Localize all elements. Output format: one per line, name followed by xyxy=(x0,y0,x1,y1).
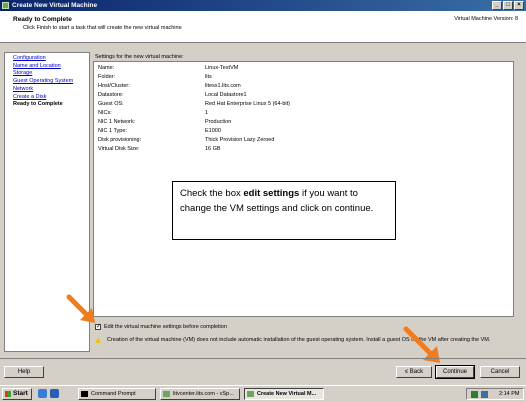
start-button[interactable]: Start xyxy=(2,388,32,400)
vm-wizard-icon xyxy=(247,391,254,397)
taskbar-item-vsphere[interactable]: litvcenter.lits.com - vSp... xyxy=(160,388,240,400)
vm-app-icon xyxy=(2,2,9,9)
cmd-icon xyxy=(81,391,88,397)
windows-logo-icon xyxy=(5,391,11,397)
taskbar-item-label: Command Prompt xyxy=(91,391,136,397)
vsphere-icon xyxy=(163,391,170,397)
nav-step-guest-os[interactable]: Guest Operating System xyxy=(13,78,89,86)
settings-value: lits xyxy=(205,74,212,80)
settings-label: NIC 1 Network: xyxy=(98,119,136,125)
settings-label: Folder: xyxy=(98,74,116,80)
arrow-to-checkbox-icon xyxy=(66,294,95,323)
help-button[interactable]: Help xyxy=(4,366,44,378)
settings-label: NIC 1 Type: xyxy=(98,128,127,134)
nav-step-create-disk[interactable]: Create a Disk xyxy=(13,94,89,102)
windows-taskbar: Start Command Prompt litvcenter.lits.com… xyxy=(0,385,526,402)
edit-settings-label[interactable]: Edit the virtual machine settings before… xyxy=(104,324,227,330)
edit-settings-row: ✓ Edit the virtual machine settings befo… xyxy=(95,324,227,330)
nav-step-name-location[interactable]: Name and Location xyxy=(13,63,89,71)
minimize-button[interactable]: _ xyxy=(492,1,502,10)
window-titlebar[interactable]: Create New Virtual Machine _ □ × xyxy=(0,0,526,11)
cancel-button[interactable]: Cancel xyxy=(480,366,520,378)
settings-label: Datastore: xyxy=(98,92,124,98)
settings-value: Red Hat Enterprise Linux 5 (64-bit) xyxy=(205,101,290,107)
settings-label: Name: xyxy=(98,65,115,71)
settings-label: Host/Cluster: xyxy=(98,83,130,89)
settings-label: Virtual Disk Size: xyxy=(98,146,140,152)
nav-step-configuration[interactable]: Configuration xyxy=(13,55,89,63)
settings-value: 1 xyxy=(205,110,209,116)
start-label: Start xyxy=(13,390,28,397)
network-tray-icon[interactable] xyxy=(471,391,478,398)
settings-label: Guest OS: xyxy=(98,101,124,107)
back-button[interactable]: ≤ Back xyxy=(396,366,432,378)
quicklaunch-ie-icon[interactable] xyxy=(50,389,59,398)
settings-value: litesx1.lits.com xyxy=(205,83,241,89)
wizard-header: Ready to Complete Click Finish to start … xyxy=(0,11,526,43)
nav-step-network[interactable]: Network xyxy=(13,86,89,94)
settings-value: Thick Provision Lazy Zeroed xyxy=(205,137,275,143)
settings-value: Production xyxy=(205,119,232,125)
system-tray: 2:14 PM xyxy=(466,388,524,400)
arrow-to-continue-icon xyxy=(403,326,440,363)
instruction-callout: Check the box edit settings if you want … xyxy=(172,181,396,240)
taskbar-item-label: Create New Virtual M... xyxy=(257,391,317,397)
settings-value: 16 GB xyxy=(205,146,221,152)
nav-step-storage[interactable]: Storage xyxy=(13,70,89,78)
page-subtitle: Click Finish to start a task that will c… xyxy=(23,25,182,31)
bottom-divider xyxy=(0,358,526,359)
maximize-button[interactable]: □ xyxy=(503,1,513,10)
close-button[interactable]: × xyxy=(514,1,524,10)
taskbar-item-create-vm[interactable]: Create New Virtual M... xyxy=(244,388,324,400)
warning-icon xyxy=(95,337,101,343)
window-title: Create New Virtual Machine xyxy=(12,2,98,9)
settings-value: Linux-TestVM xyxy=(205,65,239,71)
settings-value: Local Datastore1 xyxy=(205,92,247,98)
taskbar-item-command-prompt[interactable]: Command Prompt xyxy=(78,388,156,400)
nav-step-ready-to-complete: Ready to Complete xyxy=(13,101,63,108)
page-title: Ready to Complete xyxy=(13,16,72,23)
window-controls: _ □ × xyxy=(492,1,524,10)
callout-text-before: Check the box xyxy=(180,188,244,199)
vm-version-label: Virtual Machine Version: 8 xyxy=(454,16,518,22)
settings-label: NICs: xyxy=(98,110,112,116)
callout-text-bold: edit settings xyxy=(243,188,300,199)
settings-value: E1000 xyxy=(205,128,221,134)
security-tray-icon[interactable] xyxy=(481,391,488,398)
clock[interactable]: 2:14 PM xyxy=(499,391,519,397)
taskbar-item-label: litvcenter.lits.com - vSp... xyxy=(173,391,234,397)
settings-heading: Settings for the new virtual machine: xyxy=(95,54,184,60)
quicklaunch-explorer-icon[interactable] xyxy=(38,389,47,398)
continue-button[interactable]: Continue xyxy=(435,365,475,379)
settings-label: Disk provisioning: xyxy=(98,137,142,143)
